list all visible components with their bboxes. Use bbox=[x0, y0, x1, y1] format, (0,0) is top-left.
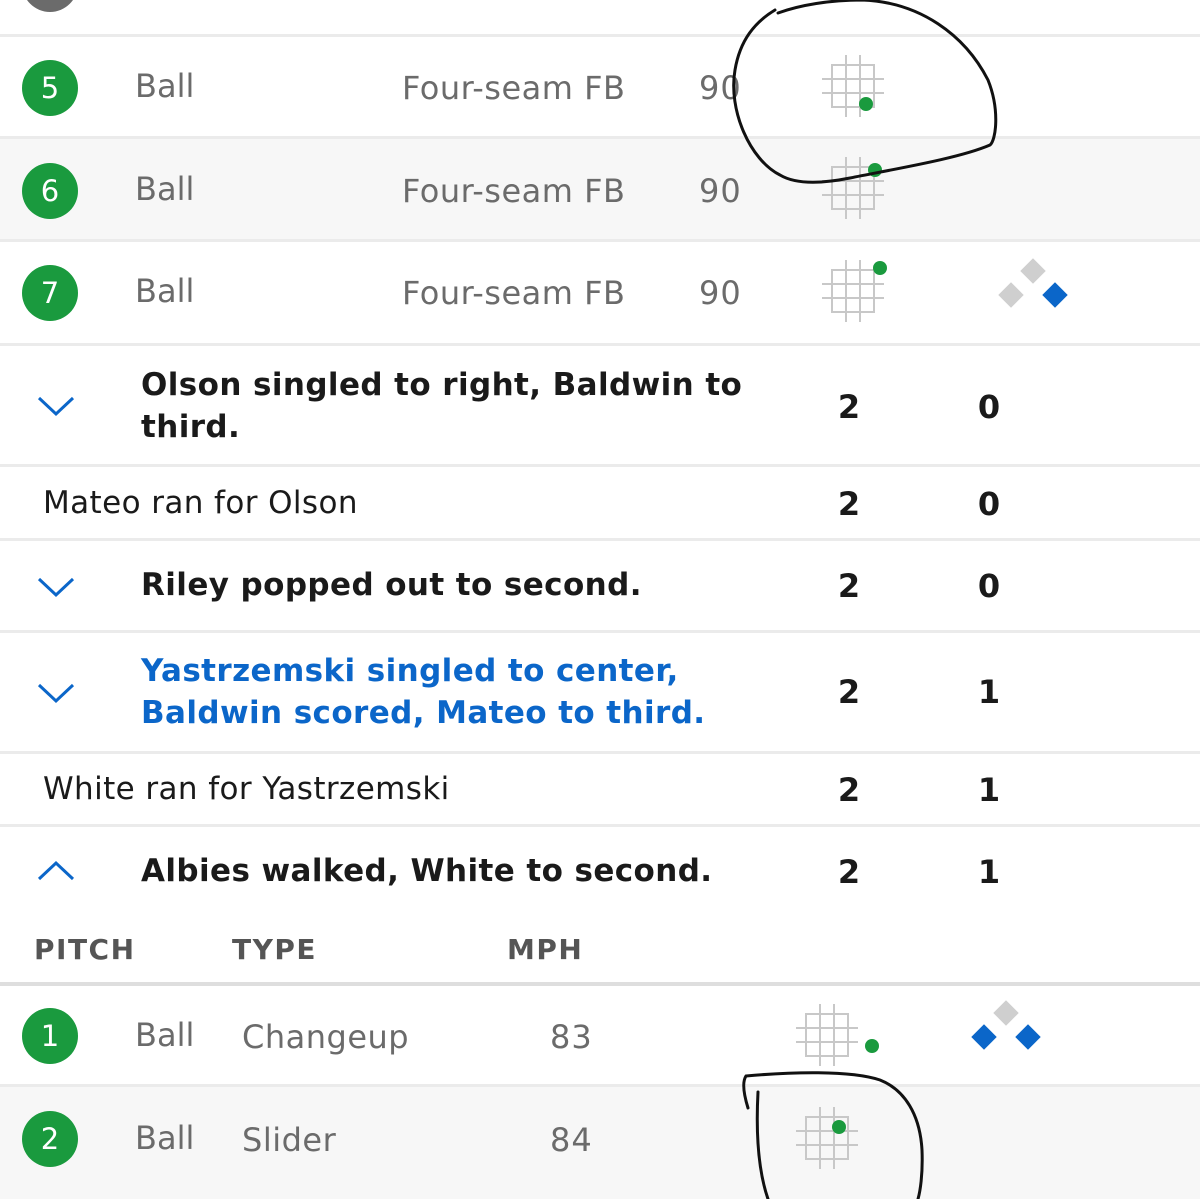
runs-count: 1 bbox=[977, 853, 1001, 891]
runs-count: 0 bbox=[977, 388, 1001, 426]
pitch-type: Four-seam FB bbox=[402, 172, 626, 210]
pitch-number-badge bbox=[22, 0, 78, 12]
pitch-row[interactable]: 2 Ball Slider 84 bbox=[0, 1087, 1200, 1199]
pitch-mph: 83 bbox=[550, 1018, 593, 1056]
bases-diamond-icon bbox=[998, 258, 1068, 308]
outs-count: 2 bbox=[837, 567, 861, 605]
pitch-result: Ball bbox=[135, 67, 195, 105]
play-description: Yastrzemski singled to center, Baldwin s… bbox=[141, 653, 706, 731]
play-row[interactable]: Olson singled to right, Baldwin to third… bbox=[0, 346, 1200, 464]
pitch-row[interactable]: 7 Ball Four-seam FB 90 bbox=[0, 242, 1200, 343]
runs-count: 0 bbox=[977, 567, 1001, 605]
pitch-row[interactable]: 1 Ball Changeup 83 bbox=[0, 986, 1200, 1084]
play-row-scoring[interactable]: Yastrzemski singled to center, Baldwin s… bbox=[0, 633, 1200, 751]
chevron-down-icon[interactable] bbox=[36, 681, 76, 705]
pitch-result: Ball bbox=[135, 1016, 195, 1054]
chevron-down-icon[interactable] bbox=[36, 394, 76, 418]
chevron-down-icon[interactable] bbox=[36, 575, 76, 599]
strike-zone-icon bbox=[822, 157, 884, 219]
strike-zone-icon bbox=[822, 55, 884, 117]
play-description: Olson singled to right, Baldwin to third… bbox=[141, 367, 743, 445]
pitch-row[interactable]: 5 Ball Four-seam FB 90 bbox=[0, 37, 1200, 136]
pitch-result: Ball bbox=[135, 1119, 195, 1157]
play-row: Mateo ran for Olson 2 0 bbox=[0, 467, 1200, 538]
outs-count: 2 bbox=[837, 853, 861, 891]
pitch-mph: 90 bbox=[699, 172, 742, 210]
pitch-number-badge: 7 bbox=[22, 265, 78, 321]
column-header-mph: MPH bbox=[507, 933, 584, 966]
chevron-up-icon[interactable] bbox=[36, 859, 76, 883]
play-row: White ran for Yastrzemski 2 1 bbox=[0, 754, 1200, 824]
pitch-mph: 90 bbox=[699, 274, 742, 312]
pitch-row[interactable]: 6 Ball Four-seam FB 90 bbox=[0, 139, 1200, 239]
pitch-result: Ball bbox=[135, 170, 195, 208]
partial-pitch-row bbox=[0, 0, 1200, 34]
runs-count: 1 bbox=[977, 771, 1001, 809]
bases-diamond-icon bbox=[971, 1000, 1041, 1050]
column-header-type: TYPE bbox=[232, 933, 318, 966]
pitch-type: Four-seam FB bbox=[402, 69, 626, 107]
play-description: Mateo ran for Olson bbox=[43, 485, 358, 521]
pitch-number-badge: 2 bbox=[22, 1111, 78, 1167]
play-row-expanded[interactable]: Albies walked, White to second. 2 1 bbox=[0, 827, 1200, 917]
pitch-number-badge: 6 bbox=[22, 163, 78, 219]
outs-count: 2 bbox=[837, 673, 861, 711]
pitch-type: Slider bbox=[242, 1121, 337, 1159]
strike-zone-icon bbox=[796, 1107, 858, 1169]
pitch-type: Changeup bbox=[242, 1018, 410, 1056]
pitch-number-badge: 5 bbox=[22, 60, 78, 116]
play-description: Albies walked, White to second. bbox=[141, 853, 713, 889]
outs-count: 2 bbox=[837, 485, 861, 523]
column-header-pitch: PITCH bbox=[34, 933, 136, 966]
outs-count: 2 bbox=[837, 771, 861, 809]
strike-zone-icon bbox=[796, 1004, 879, 1066]
pitch-type: Four-seam FB bbox=[402, 274, 626, 312]
outs-count: 2 bbox=[837, 388, 861, 426]
strike-zone-icon bbox=[822, 260, 887, 322]
pitch-mph: 90 bbox=[699, 69, 742, 107]
strike-zone-icon bbox=[826, 0, 886, 14]
play-description: Riley popped out to second. bbox=[141, 567, 642, 603]
play-description: White ran for Yastrzemski bbox=[43, 771, 450, 807]
pitch-result: Ball bbox=[135, 272, 195, 310]
runs-count: 1 bbox=[977, 673, 1001, 711]
play-row[interactable]: Riley popped out to second. 2 0 bbox=[0, 541, 1200, 630]
pitch-number-badge: 1 bbox=[22, 1008, 78, 1064]
runs-count: 0 bbox=[977, 485, 1001, 523]
pitch-mph: 84 bbox=[550, 1121, 593, 1159]
